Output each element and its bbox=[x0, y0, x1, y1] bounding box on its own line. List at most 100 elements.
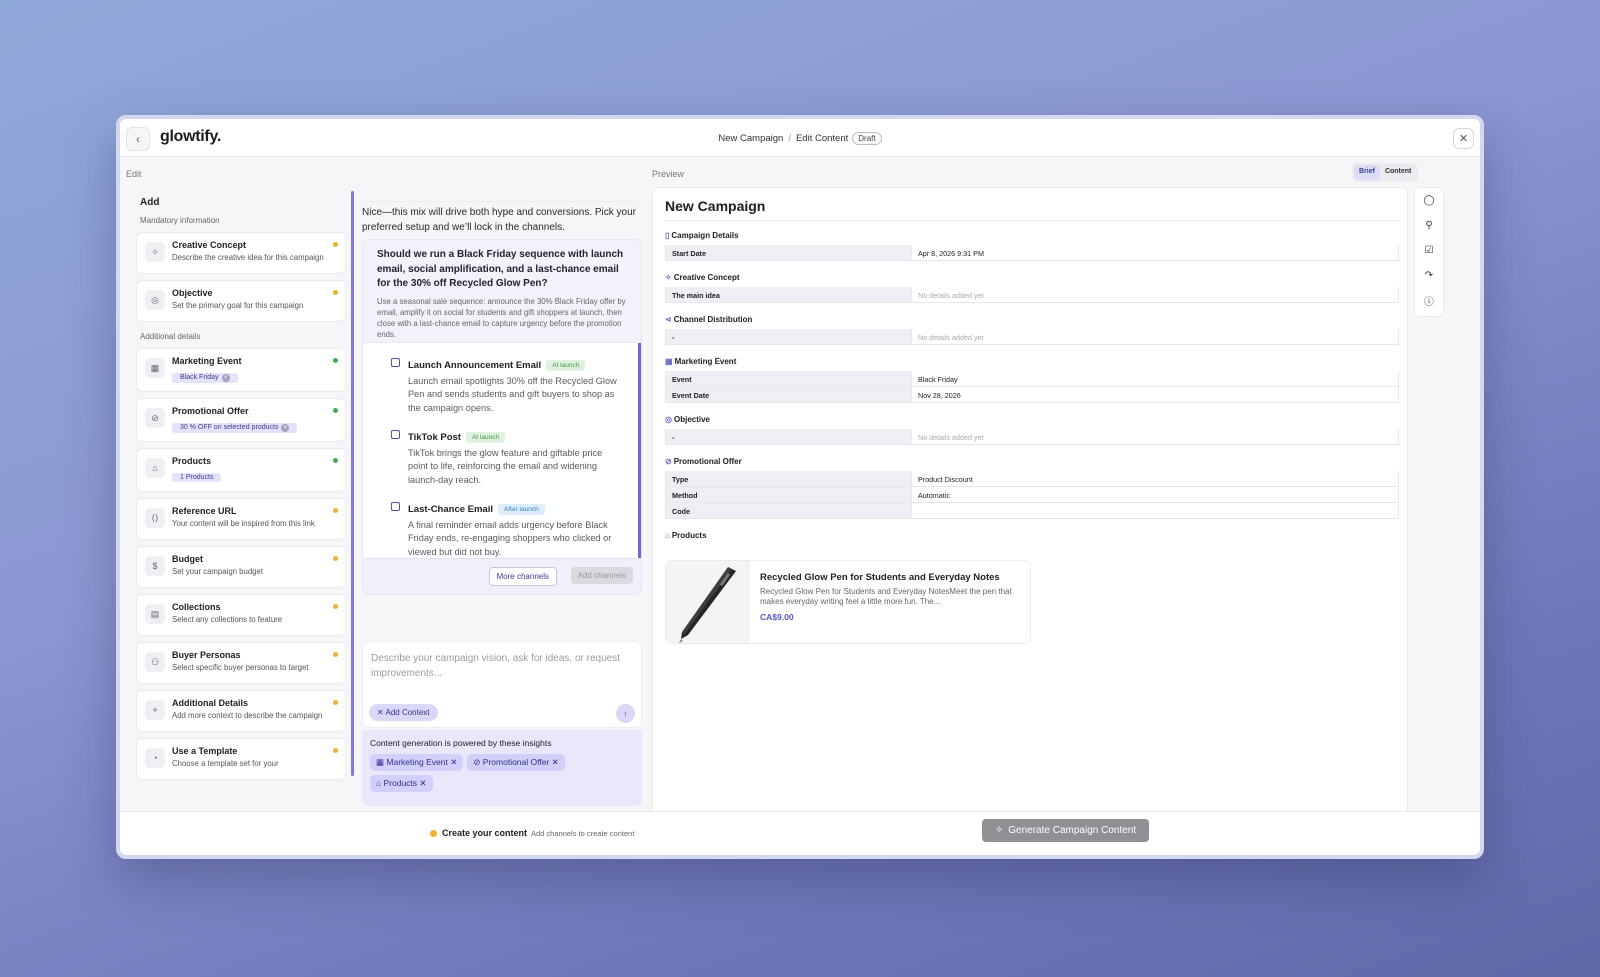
section-heading: Objective bbox=[673, 415, 710, 424]
suggestion-card: Should we run a Black Friday sequence wi… bbox=[362, 239, 642, 595]
dollar-icon: $ bbox=[145, 556, 165, 576]
timing-badge: At launch bbox=[546, 360, 586, 371]
section-heading: Channel Distribution bbox=[673, 315, 753, 324]
detail-row: Start Date Apr 8, 2026 9:31 PM bbox=[665, 245, 1399, 261]
status-dot bbox=[333, 358, 338, 363]
row-value bbox=[912, 503, 1398, 518]
user-icon[interactable]: ⚲ bbox=[1415, 213, 1443, 238]
calendar-icon: ▦ bbox=[665, 357, 673, 366]
tab-brief[interactable]: Brief bbox=[1354, 165, 1380, 180]
channel-option[interactable]: Last-Chance Email After launch A final re… bbox=[363, 499, 641, 559]
percent-icon: ⊘ bbox=[665, 457, 672, 466]
chat-composer[interactable]: Describe your campaign vision, ask for i… bbox=[362, 641, 642, 728]
section-marketing-event: ▦ Marketing Event Event Black Friday Event… bbox=[665, 357, 1399, 403]
row-value: Black Friday bbox=[918, 375, 958, 384]
sidebar-item-desc: Describe the creative idea for this camp… bbox=[172, 253, 324, 262]
close-button[interactable]: ✕ bbox=[1453, 128, 1474, 149]
insight-chips: ▦ Marketing Event ✕ ⊘ Promotional Offer … bbox=[370, 754, 610, 792]
archive-icon: ▤ bbox=[145, 604, 165, 624]
remove-chip-icon[interactable]: ✕ bbox=[448, 757, 457, 767]
checkbox[interactable] bbox=[391, 358, 400, 367]
add-channels-button[interactable]: Add channels bbox=[570, 567, 633, 584]
sidebar-item-buyer-personas[interactable]: ⚇ Buyer Personas Select specific buyer p… bbox=[136, 642, 346, 684]
percent-icon: ⊘ bbox=[145, 408, 165, 428]
insight-chip-marketing-event[interactable]: ▦ Marketing Event ✕ bbox=[370, 754, 464, 771]
checkbox[interactable] bbox=[391, 502, 400, 512]
sidebar-item-collections[interactable]: ▤ Collections Select any collections to … bbox=[136, 594, 346, 636]
sidebar-item-creative-concept[interactable]: ✧ Creative Concept Describe the creative… bbox=[136, 232, 346, 274]
view-toggle: Brief Content bbox=[1352, 163, 1419, 182]
sidebar-item-desc: Select any collections to feature bbox=[172, 615, 283, 624]
detail-row: Event Date Nov 28, 2026 bbox=[665, 387, 1399, 403]
generate-content-button[interactable]: ✧ Generate Campaign Content bbox=[982, 819, 1149, 842]
tag-icon: ⌂ bbox=[376, 778, 384, 788]
insights-panel: Content generation is powered by these i… bbox=[362, 730, 642, 806]
plus-icon: + bbox=[145, 700, 165, 720]
section-products: ⌂ Products bbox=[665, 531, 1399, 545]
sidebar-item-additional-details[interactable]: + Additional Details Add more context to… bbox=[136, 690, 346, 732]
channel-option[interactable]: TikTok Post At launch TikTok brings the g… bbox=[363, 427, 641, 487]
tab-content[interactable]: Content bbox=[1380, 165, 1416, 180]
sidebar-item-label: Budget bbox=[172, 554, 203, 564]
section-heading: Promotional Offer bbox=[673, 457, 742, 466]
sidebar-item-promotional-offer[interactable]: ⊘ Promotional Offer 30 % OFF on selected… bbox=[136, 398, 346, 442]
sidebar-item-use-template[interactable]: ◔ Use a Template Choose a template set f… bbox=[136, 738, 346, 780]
checkbox[interactable] bbox=[391, 430, 400, 440]
info-icon[interactable]: ⓘ bbox=[1415, 288, 1443, 313]
remove-tag-icon[interactable]: × bbox=[281, 424, 290, 432]
channel-title: TikTok Post bbox=[408, 432, 461, 444]
suggestion-question: Should we run a Black Friday sequence wi… bbox=[377, 249, 624, 289]
sidebar-item-desc: Set your campaign budget bbox=[172, 567, 264, 576]
comment-icon[interactable]: ◯ bbox=[1415, 188, 1443, 213]
remove-tag-icon[interactable]: × bbox=[221, 374, 230, 382]
section-creative-concept: ✧ Creative Concept The main idea No detail… bbox=[665, 273, 1399, 303]
sidebar-item-marketing-event[interactable]: ▦ Marketing Event Black Friday × bbox=[136, 348, 346, 392]
sidebar-item-objective[interactable]: ◎ Objective Set the primary goal for thi… bbox=[136, 280, 346, 322]
insight-chip-products[interactable]: ⌂ Products ✕ bbox=[370, 775, 433, 792]
create-content-status: Create your content bbox=[442, 828, 528, 838]
detail-row: Code bbox=[665, 503, 1399, 519]
row-key: Start Date bbox=[666, 245, 912, 260]
channel-option[interactable]: Launch Announcement Email At launch Launc… bbox=[363, 355, 641, 415]
sparkle-icon: ✧ bbox=[994, 825, 1004, 836]
sidebar-item-label: Promotional Offer bbox=[172, 406, 249, 416]
sidebar-item-desc: Select specific buyer personas to target bbox=[172, 663, 309, 672]
section-objective: ◎ Objective - No details added yet bbox=[665, 415, 1399, 445]
timing-badge: At launch bbox=[465, 432, 506, 444]
preview-section-label: Preview bbox=[652, 169, 685, 179]
selected-tag: 30 % OFF on selected products × bbox=[172, 423, 298, 433]
remove-chip-icon[interactable]: ✕ bbox=[417, 778, 426, 788]
chip-label: Promotional Offer bbox=[482, 757, 550, 767]
add-context-button[interactable]: ✕ Add Context bbox=[369, 704, 438, 721]
status-dot bbox=[333, 748, 338, 753]
preview-title: New Campaign bbox=[665, 198, 766, 214]
insight-chip-promotional-offer[interactable]: ⊘ Promotional Offer ✕ bbox=[467, 754, 565, 771]
product-name: Recycled Glow Pen for Students and Every… bbox=[760, 572, 1000, 583]
sidebar-item-budget[interactable]: $ Budget Set your campaign budget bbox=[136, 546, 346, 588]
breadcrumb-campaign[interactable]: New Campaign bbox=[718, 133, 783, 144]
row-key: Method bbox=[666, 487, 912, 502]
product-card[interactable]: Recycled Glow Pen for Students and Every… bbox=[665, 560, 1031, 644]
sidebar-item-products[interactable]: ⌂ Products 1 Products bbox=[136, 448, 346, 492]
mandatory-label: Mandatory information bbox=[140, 216, 220, 225]
section-channel-distribution: ⋖ Channel Distribution - No details added … bbox=[665, 315, 1399, 345]
remove-chip-icon[interactable]: ✕ bbox=[549, 757, 559, 767]
sidebar-scrollbar[interactable] bbox=[351, 191, 354, 776]
sidebar-item-desc: Choose a template set for your bbox=[172, 759, 279, 768]
target-icon: ◎ bbox=[145, 290, 165, 310]
app-window: ‹ glowtify. New Campaign / Edit Content Dra… bbox=[116, 115, 1484, 859]
channel-title: Launch Announcement Email bbox=[408, 360, 542, 371]
users-icon: ⚇ bbox=[145, 652, 165, 672]
edit-icon[interactable]: ☑ bbox=[1415, 238, 1443, 263]
row-value: Automatic bbox=[918, 491, 950, 500]
composer-placeholder[interactable]: Describe your campaign vision, ask for i… bbox=[363, 642, 641, 691]
sidebar-item-reference-url[interactable]: ⟨⟩ Reference URL Your content will be in… bbox=[136, 498, 346, 540]
share-icon[interactable]: ↷ bbox=[1415, 263, 1443, 288]
row-value: No details added yet bbox=[918, 433, 984, 442]
add-heading: Add bbox=[140, 197, 160, 208]
status-dot bbox=[333, 408, 338, 413]
more-channels-button[interactable]: More channels bbox=[488, 567, 557, 586]
section-heading: Creative Concept bbox=[673, 273, 740, 282]
send-button[interactable]: ↑ bbox=[616, 704, 635, 723]
top-bar: ‹ glowtify. New Campaign / Edit Content Dra… bbox=[120, 119, 1480, 157]
